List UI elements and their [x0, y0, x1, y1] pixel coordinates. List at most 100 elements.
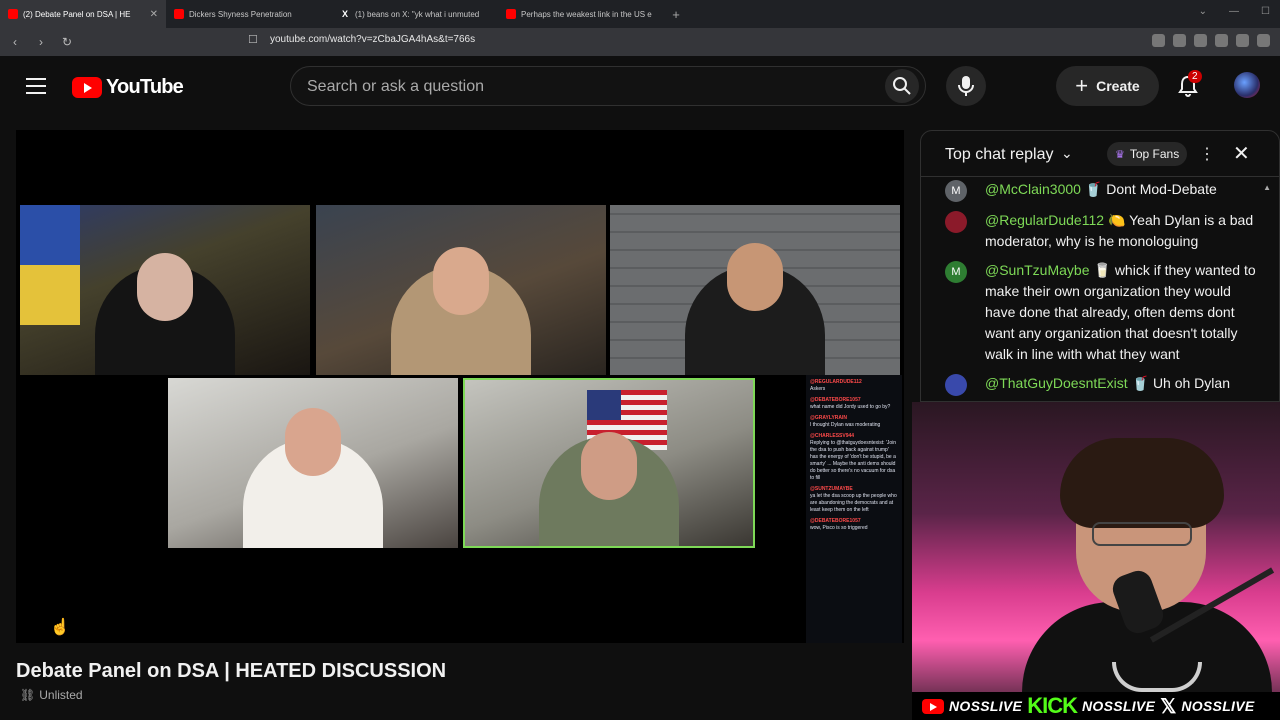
- extension-icon[interactable]: [1215, 34, 1228, 47]
- overlay-chat-message: @GRAYLYRAIN I thought Dylan was moderatin…: [810, 415, 881, 428]
- tab-title: (2) Debate Panel on DSA | HE: [23, 9, 131, 19]
- chevron-down-icon[interactable]: ⌄: [1061, 145, 1073, 162]
- tab-close-icon[interactable]: ✕: [150, 9, 158, 20]
- new-tab-button[interactable]: +: [664, 7, 688, 22]
- search-button[interactable]: [885, 69, 919, 103]
- chat-avatar[interactable]: [945, 374, 967, 396]
- participant-video-tile: [20, 205, 310, 375]
- minimize-icon[interactable]: —: [1229, 6, 1239, 17]
- tab-list-icon[interactable]: ⌄: [1199, 6, 1207, 17]
- more-options-icon[interactable]: ⋮: [1199, 144, 1215, 164]
- youtube-favicon-icon: [8, 9, 18, 19]
- chat-text: Dont Mod-Debate: [1106, 181, 1217, 197]
- video-title: Debate Panel on DSA | HEATED DISCUSSION: [16, 660, 447, 682]
- search-box[interactable]: Search or ask a question: [290, 66, 926, 106]
- x-handle: NOSSLIVE: [1181, 698, 1255, 714]
- visibility-label: Unlisted: [39, 688, 83, 702]
- youtube-favicon-icon: [506, 9, 516, 19]
- browser-tab-bar: (2) Debate Panel on DSA | HE ✕ Dickers S…: [0, 0, 1280, 28]
- youtube-logo[interactable]: YouTube: [72, 76, 184, 99]
- chat-emoji: 🥤: [1084, 181, 1103, 197]
- scroll-up-icon[interactable]: ▲: [1263, 183, 1271, 192]
- logo-text: YouTube: [106, 76, 184, 98]
- stream-chat-overlay: @REGULARDUDE112 Askers @DEBATEBORE1057 wha…: [806, 375, 902, 643]
- top-fans-label: Top Fans: [1129, 147, 1180, 161]
- browser-tab-3[interactable]: X (1) beans on X: "yk what i unmuted: [332, 0, 498, 28]
- reload-icon[interactable]: ↻: [56, 35, 78, 49]
- menu-icon[interactable]: [26, 78, 46, 94]
- mouse-cursor-icon: ☝: [50, 619, 70, 636]
- visibility-badge: ⛓ Unlisted: [20, 688, 83, 702]
- tab-title: (1) beans on X: "yk what i unmuted: [355, 9, 480, 19]
- create-button[interactable]: + Create: [1056, 66, 1159, 106]
- back-icon[interactable]: ‹: [4, 35, 26, 49]
- chat-message-list: M @McClain3000 🥤 Dont Mod-Debate @Regular…: [921, 177, 1261, 401]
- top-fans-button[interactable]: ♛ Top Fans: [1107, 142, 1188, 166]
- extension-icon[interactable]: [1257, 34, 1270, 47]
- chat-replay-panel: Top chat replay ⌄ ♛ Top Fans ⋮ ✕ M @McCl…: [920, 130, 1280, 402]
- chat-mode-dropdown[interactable]: Top chat replay: [945, 146, 1054, 164]
- chat-header: Top chat replay ⌄ ♛ Top Fans ⋮ ✕: [921, 131, 1279, 177]
- participant-video-tile: [610, 205, 900, 375]
- voice-search-button[interactable]: [946, 66, 986, 106]
- overlay-chat-message: @REGULARDUDE112 Askers: [810, 379, 862, 392]
- overlay-chat-message: @CHARLESSV944 Replying to @thatguydoesnte…: [810, 433, 897, 481]
- overlay-chat-message: @SUNTZUMAYBE ya let the dsa scoop up the …: [810, 486, 897, 513]
- streamer-webcam: [912, 402, 1280, 720]
- link-icon: ⛓: [20, 688, 36, 702]
- chat-emoji: 🥛: [1093, 262, 1111, 278]
- forward-icon[interactable]: ›: [30, 35, 52, 49]
- overlay-chat-message: @DEBATEBORE1057 wow, Pisco is so triggere…: [810, 518, 868, 531]
- chat-avatar[interactable]: [945, 211, 967, 233]
- address-bar: ‹ › ↻ ☐ youtube.com/watch?v=zCbaJGA4hAs&…: [0, 28, 1280, 56]
- browser-tab-4[interactable]: Perhaps the weakest link in the US e: [498, 0, 664, 28]
- chat-avatar[interactable]: M: [945, 261, 967, 283]
- search-icon: [893, 77, 911, 95]
- tab-title: Perhaps the weakest link in the US e: [521, 9, 652, 19]
- chat-emoji: 🥤: [1131, 375, 1150, 391]
- chat-message: @RegularDude112 🍋 Yeah Dylan is a bad mod…: [921, 208, 1261, 258]
- chat-username[interactable]: @SunTzuMaybe: [985, 262, 1089, 278]
- account-avatar[interactable]: [1234, 72, 1260, 98]
- video-player[interactable]: @REGULARDUDE112 Askers @DEBATEBORE1057 wha…: [16, 130, 904, 643]
- url-field[interactable]: youtube.com/watch?v=zCbaJGA4hAs&t=766s: [270, 34, 475, 45]
- extension-icon[interactable]: [1236, 34, 1249, 47]
- x-logo-icon: 𝕏: [1160, 695, 1177, 718]
- chat-message: @ThatGuyDoesntExist 🥤 Uh oh Dylan: [921, 371, 1261, 401]
- bookmark-icon[interactable]: ☐: [248, 33, 258, 46]
- chat-avatar[interactable]: M: [945, 180, 967, 202]
- participant-video-tile: [463, 378, 755, 548]
- social-handles-bar: NOSSLIVE KICK NOSSLIVE 𝕏 NOSSLIVE: [912, 692, 1280, 720]
- close-chat-icon[interactable]: ✕: [1233, 141, 1250, 166]
- chat-username[interactable]: @McClain3000: [985, 181, 1081, 197]
- kick-logo-icon: KICK: [1027, 693, 1078, 718]
- youtube-header: YouTube Search or ask a question + Creat…: [0, 56, 1280, 116]
- crown-icon: ♛: [1115, 148, 1125, 161]
- youtube-handle: NOSSLIVE: [949, 698, 1023, 714]
- browser-tab-1[interactable]: (2) Debate Panel on DSA | HE ✕: [0, 0, 166, 28]
- participant-video-tile: [316, 205, 606, 375]
- x-favicon-icon: X: [341, 9, 348, 19]
- extension-icon[interactable]: [1173, 34, 1186, 47]
- chat-text: Uh oh Dylan: [1152, 375, 1230, 391]
- window-controls: ⌄ — ☐: [1199, 6, 1270, 17]
- extension-icon[interactable]: [1152, 34, 1165, 47]
- chat-emoji: 🍋: [1108, 212, 1126, 228]
- chat-username[interactable]: @ThatGuyDoesntExist: [985, 375, 1128, 391]
- flag-background: [20, 205, 80, 325]
- kick-handle: NOSSLIVE: [1081, 698, 1156, 714]
- browser-tab-2[interactable]: Dickers Shyness Penetration: [166, 0, 332, 28]
- create-label: Create: [1096, 78, 1140, 94]
- microphone-icon: [958, 76, 974, 96]
- chat-message: M @SunTzuMaybe 🥛 whick if they wanted to …: [921, 258, 1261, 371]
- youtube-favicon-icon: [174, 9, 184, 19]
- search-input[interactable]: Search or ask a question: [307, 78, 484, 96]
- extension-icons: [1152, 34, 1270, 47]
- participant-video-tile: [168, 378, 458, 548]
- maximize-icon[interactable]: ☐: [1261, 6, 1270, 17]
- overlay-chat-message: @DEBATEBORE1057 what name did Jordy used …: [810, 397, 891, 410]
- glasses-shape: [1092, 522, 1192, 546]
- extension-icon[interactable]: [1194, 34, 1207, 47]
- chat-message: M @McClain3000 🥤 Dont Mod-Debate: [921, 177, 1261, 208]
- chat-username[interactable]: @RegularDude112: [985, 212, 1104, 228]
